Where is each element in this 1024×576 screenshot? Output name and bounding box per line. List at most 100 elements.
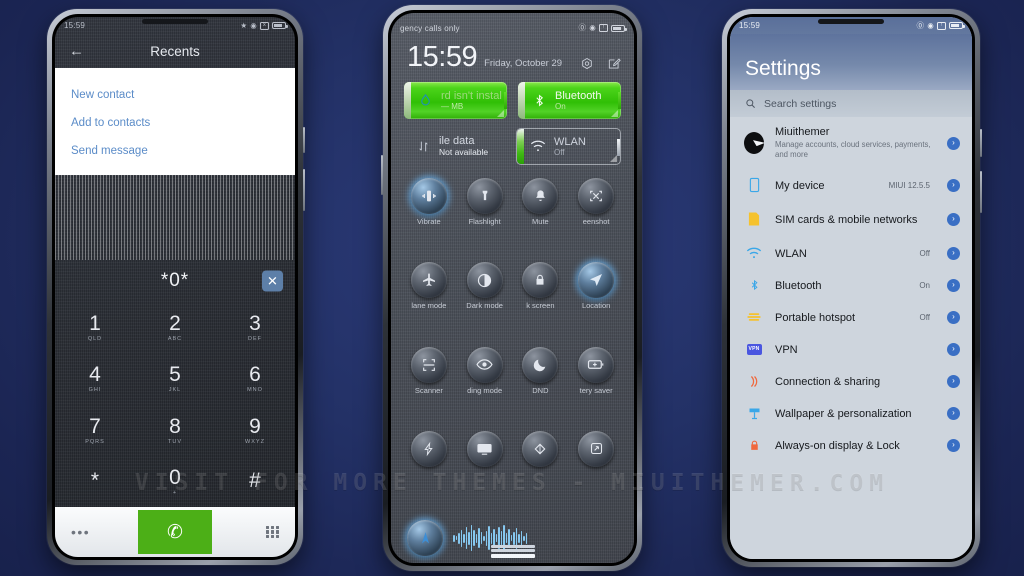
screenshot-icon xyxy=(578,178,615,214)
search-input[interactable]: Search settings xyxy=(764,98,836,110)
chevron-right-icon[interactable]: › xyxy=(947,212,960,226)
settings-row-sim-cards[interactable]: SIM cards & mobile networks › xyxy=(730,201,972,237)
tile-lock-screen-label: k screen xyxy=(526,301,555,311)
tile-cast-screen[interactable] xyxy=(457,430,513,513)
chevron-right-icon[interactable]: › xyxy=(947,310,960,324)
tile-vibrate[interactable]: Vibrate xyxy=(401,178,457,260)
edit-pencil-icon[interactable] xyxy=(607,57,621,71)
tile-rotate-screen[interactable] xyxy=(568,430,624,513)
tile-mute[interactable]: Mute xyxy=(513,178,569,260)
toggle-bluetooth[interactable]: Bluetooth On xyxy=(518,82,621,119)
keypad-key-3[interactable]: 3 DEF xyxy=(215,313,295,342)
dark-mode-icon xyxy=(466,262,503,299)
keypad-key-9[interactable]: 9 WXYZ xyxy=(215,416,295,445)
keypad-key-7[interactable]: 7 PQRS xyxy=(55,416,135,445)
toggle-sd-card[interactable]: rd isn't instal — MB xyxy=(404,82,507,119)
tile-location[interactable]: Location xyxy=(568,262,624,344)
keypad-grid-icon[interactable] xyxy=(266,525,279,539)
tile-lock-screen[interactable]: k screen xyxy=(513,262,569,344)
key-digit: 0 xyxy=(169,465,181,489)
lock-icon xyxy=(522,262,559,299)
settings-row-my-device[interactable]: My device MIUI 12.5.5 › xyxy=(730,169,972,201)
arrow-left-icon[interactable]: ← xyxy=(69,44,84,59)
settings-row-hotspot[interactable]: Portable hotspot Off › xyxy=(730,301,972,333)
tile-airplane-mode[interactable]: lane mode xyxy=(401,262,457,344)
tile-dnd[interactable]: DND xyxy=(513,346,569,429)
bluetooth-status-icon: ⓪ xyxy=(916,20,925,30)
key-digit: 1 xyxy=(89,312,101,336)
chevron-right-icon[interactable]: › xyxy=(947,136,960,150)
phone-call-icon[interactable]: ✆ xyxy=(138,510,212,554)
alarm-status-icon: ◉ xyxy=(927,20,934,30)
key-digit: 8 xyxy=(169,414,181,438)
menu-item-send-message[interactable]: Send message xyxy=(55,137,295,165)
more-horizontal-icon[interactable]: ••• xyxy=(71,525,90,539)
settings-row-always-on-display-title: Always-on display & Lock xyxy=(775,440,900,453)
chevron-right-icon[interactable]: › xyxy=(947,342,960,356)
key-digit: 9 xyxy=(249,414,261,438)
chevron-right-icon[interactable]: › xyxy=(947,246,960,260)
navigation-pill[interactable] xyxy=(490,544,535,560)
power-button-1[interactable] xyxy=(303,127,305,153)
dialer-number-field[interactable]: *0* ✕ xyxy=(55,260,295,302)
tile-screenshot[interactable]: eenshot xyxy=(568,178,624,260)
settings-row-connection-sharing[interactable]: Connection & sharing › xyxy=(730,365,972,397)
tile-battery-saver[interactable]: tery saver xyxy=(568,346,624,429)
settings-row-wallpaper[interactable]: Wallpaper & personalization › xyxy=(730,397,972,429)
sim-status-icon: ! xyxy=(937,21,946,30)
settings-row-bluetooth[interactable]: Bluetooth On › xyxy=(730,269,972,301)
phone-bezel-2: gency calls only ⓪ ◉ ! 15:59 Friday, Oct… xyxy=(388,10,637,566)
chevron-right-icon[interactable]: › xyxy=(947,178,960,192)
sync-icon xyxy=(522,430,559,467)
dialer-keypad: 1 QLD 2 ABC 3 DEF 4 GHI 5 JKL 6 MNO 7 PQRS 8 TUV… xyxy=(55,302,295,507)
tile-battery-saver-label: tery saver xyxy=(579,385,613,395)
tile-scanner[interactable]: Scanner xyxy=(401,346,457,429)
chevron-right-icon[interactable]: › xyxy=(947,278,960,292)
eye-icon xyxy=(466,346,503,383)
toggle-mobile-data-sub: Not available xyxy=(439,146,489,157)
settings-row-wlan[interactable]: WLAN Off › xyxy=(730,237,972,269)
settings-row-vpn-title: VPN xyxy=(775,344,798,357)
tile-flashlight[interactable]: Flashlight xyxy=(457,178,513,260)
keypad-key-0[interactable]: 0 + xyxy=(135,467,215,496)
keypad-key-2[interactable]: 2 ABC xyxy=(135,313,215,342)
keypad-key-4[interactable]: 4 GHI xyxy=(55,364,135,393)
settings-row-hotspot-title: Portable hotspot xyxy=(775,312,856,325)
settings-row-always-on-display[interactable]: Always-on display & Lock › xyxy=(730,429,972,461)
chevron-right-icon[interactable]: › xyxy=(947,438,960,452)
volume-button-2[interactable] xyxy=(381,155,383,195)
toggle-mobile-data[interactable]: ile data Not available xyxy=(404,128,505,165)
tile-lightning[interactable] xyxy=(401,430,457,513)
status-icons-2: ⓪ ◉ ! xyxy=(579,24,627,32)
bluetooth-icon xyxy=(530,93,548,108)
keypad-key-hash[interactable]: # xyxy=(215,470,295,493)
settings-row-account[interactable]: Miuithemer Manage accounts, cloud servic… xyxy=(730,117,972,169)
keypad-key-6[interactable]: 6 MNO xyxy=(215,364,295,393)
menu-item-add-to-contacts[interactable]: Add to contacts xyxy=(55,109,295,137)
settings-gear-icon[interactable] xyxy=(580,57,594,71)
tile-dark-mode[interactable]: Dark mode xyxy=(457,262,513,344)
keypad-key-5[interactable]: 5 JKL xyxy=(135,364,215,393)
compass-icon[interactable] xyxy=(407,520,443,556)
power-button-3[interactable] xyxy=(980,129,982,157)
search-settings-bar[interactable]: Search settings xyxy=(730,90,972,117)
volume-button-3[interactable] xyxy=(980,171,982,213)
toggle-wlan[interactable]: WLAN Off xyxy=(516,128,621,165)
chevron-right-icon[interactable]: › xyxy=(947,374,960,388)
key-sub: TUV xyxy=(168,438,182,445)
tile-reading-mode[interactable]: ding mode xyxy=(457,346,513,429)
keypad-key-1[interactable]: 1 QLD xyxy=(55,313,135,342)
volume-button-1[interactable] xyxy=(303,169,305,211)
keypad-key-star[interactable]: * xyxy=(55,470,135,493)
account-avatar xyxy=(744,132,764,155)
close-icon[interactable]: ✕ xyxy=(262,270,283,292)
key-sub: MNO xyxy=(247,387,263,394)
clock-time: 15:59 xyxy=(407,41,478,73)
settings-row-vpn[interactable]: VPN VPN › xyxy=(730,333,972,365)
keypad-key-8[interactable]: 8 TUV xyxy=(135,416,215,445)
app-bar-recents: ← Recents xyxy=(55,34,295,68)
key-sub: WXYZ xyxy=(245,438,265,445)
menu-item-new-contact[interactable]: New contact xyxy=(55,81,295,109)
chevron-right-icon[interactable]: › xyxy=(947,406,960,420)
tile-sync[interactable] xyxy=(513,430,569,513)
